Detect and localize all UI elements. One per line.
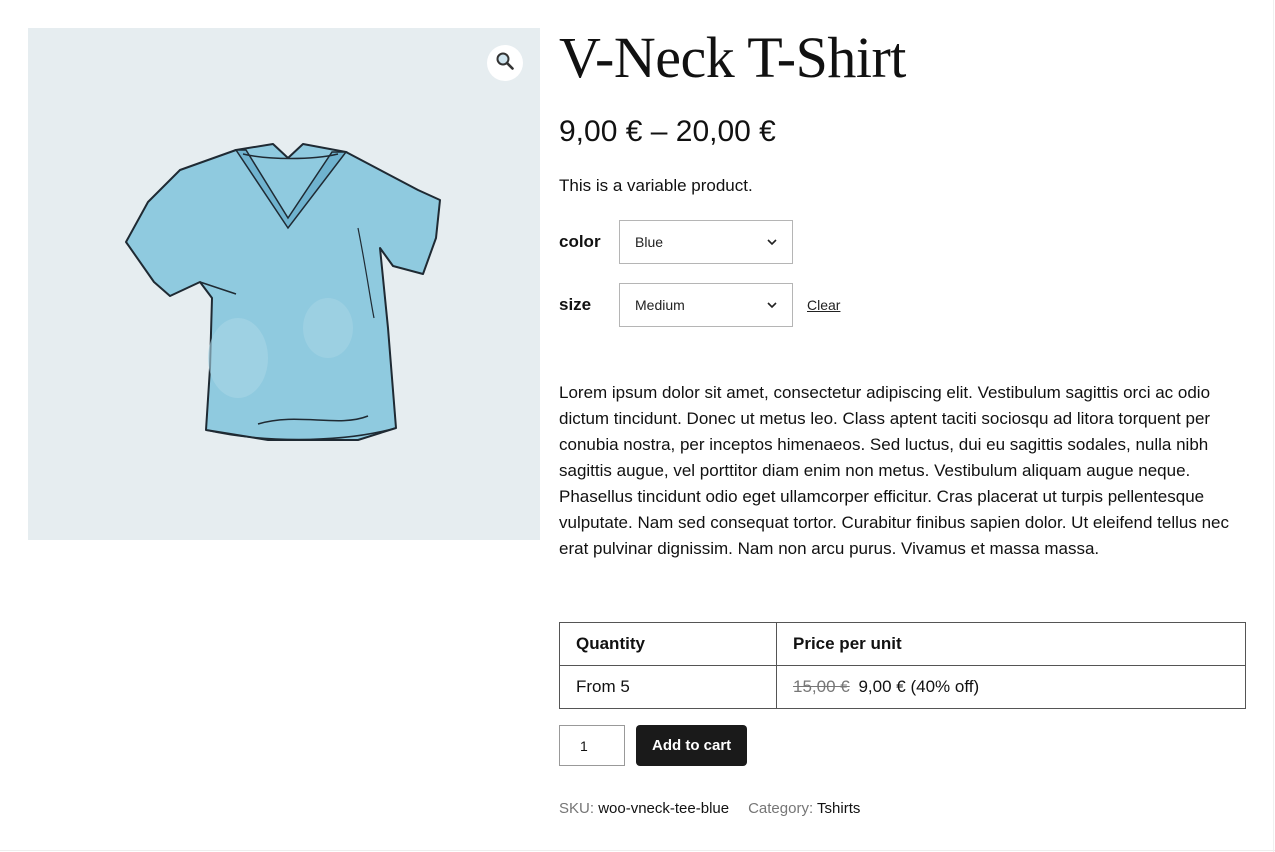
color-select[interactable]: Blue [619, 220, 793, 264]
old-price: 15,00 € [793, 677, 850, 696]
category-link[interactable]: Tshirts [817, 800, 860, 817]
size-label: size [559, 295, 592, 314]
magnifier-icon [495, 51, 515, 76]
variation-size-row: size Medium Clear [559, 283, 840, 327]
variation-color-row: color Blue [559, 220, 793, 264]
tier-quantity: From 5 [559, 665, 777, 709]
tier-price: 15,00 € 9,00 € (40% off) [776, 665, 1246, 709]
sku-wrapper: SKU: woo-vneck-tee-blue [559, 800, 729, 817]
add-to-cart-form: Add to cart [559, 725, 748, 766]
quantity-discount-table: Quantity Price per unit From 5 15,00 € 9… [559, 622, 1246, 709]
category-label: Category: [748, 800, 814, 817]
new-price: 9,00 € [858, 677, 906, 696]
chevron-down-icon [767, 239, 777, 246]
table-row: From 5 15,00 € 9,00 € (40% off) [559, 665, 1246, 709]
zoom-button[interactable] [487, 45, 523, 81]
column-header-quantity: Quantity [559, 622, 777, 666]
size-select[interactable]: Medium [619, 283, 793, 327]
discount-percent: (40% off) [910, 677, 980, 696]
size-select-value: Medium [635, 297, 685, 313]
product-meta: SKU: woo-vneck-tee-blue Category: Tshirt… [559, 800, 860, 817]
chevron-down-icon [767, 302, 777, 309]
quantity-input[interactable] [559, 725, 625, 766]
table-header-row: Quantity Price per unit [559, 622, 1246, 666]
product-image[interactable] [118, 128, 458, 453]
product-title: V-Neck T-Shirt [559, 25, 906, 90]
color-select-value: Blue [635, 234, 664, 250]
footer-divider [0, 850, 1275, 851]
clear-variations-link[interactable]: Clear [807, 297, 840, 313]
category-wrapper: Category: Tshirts [748, 800, 860, 817]
add-to-cart-button[interactable]: Add to cart [636, 725, 748, 766]
tshirt-illustration [125, 143, 441, 441]
short-description: This is a variable product. [559, 176, 753, 195]
sku-value: woo-vneck-tee-blue [598, 800, 730, 817]
price-range: 9,00 € – 20,00 € [559, 115, 776, 148]
color-label: color [559, 232, 601, 251]
product-summary: V-Neck T-Shirt 9,00 € – 20,00 € This is … [559, 25, 1246, 817]
long-description: Lorem ipsum dolor sit amet, consectetur … [559, 383, 1229, 558]
page-edge-divider [1273, 0, 1274, 852]
column-header-price: Price per unit [776, 622, 1246, 666]
product-gallery [28, 28, 540, 540]
sku-label: SKU: [559, 800, 595, 817]
